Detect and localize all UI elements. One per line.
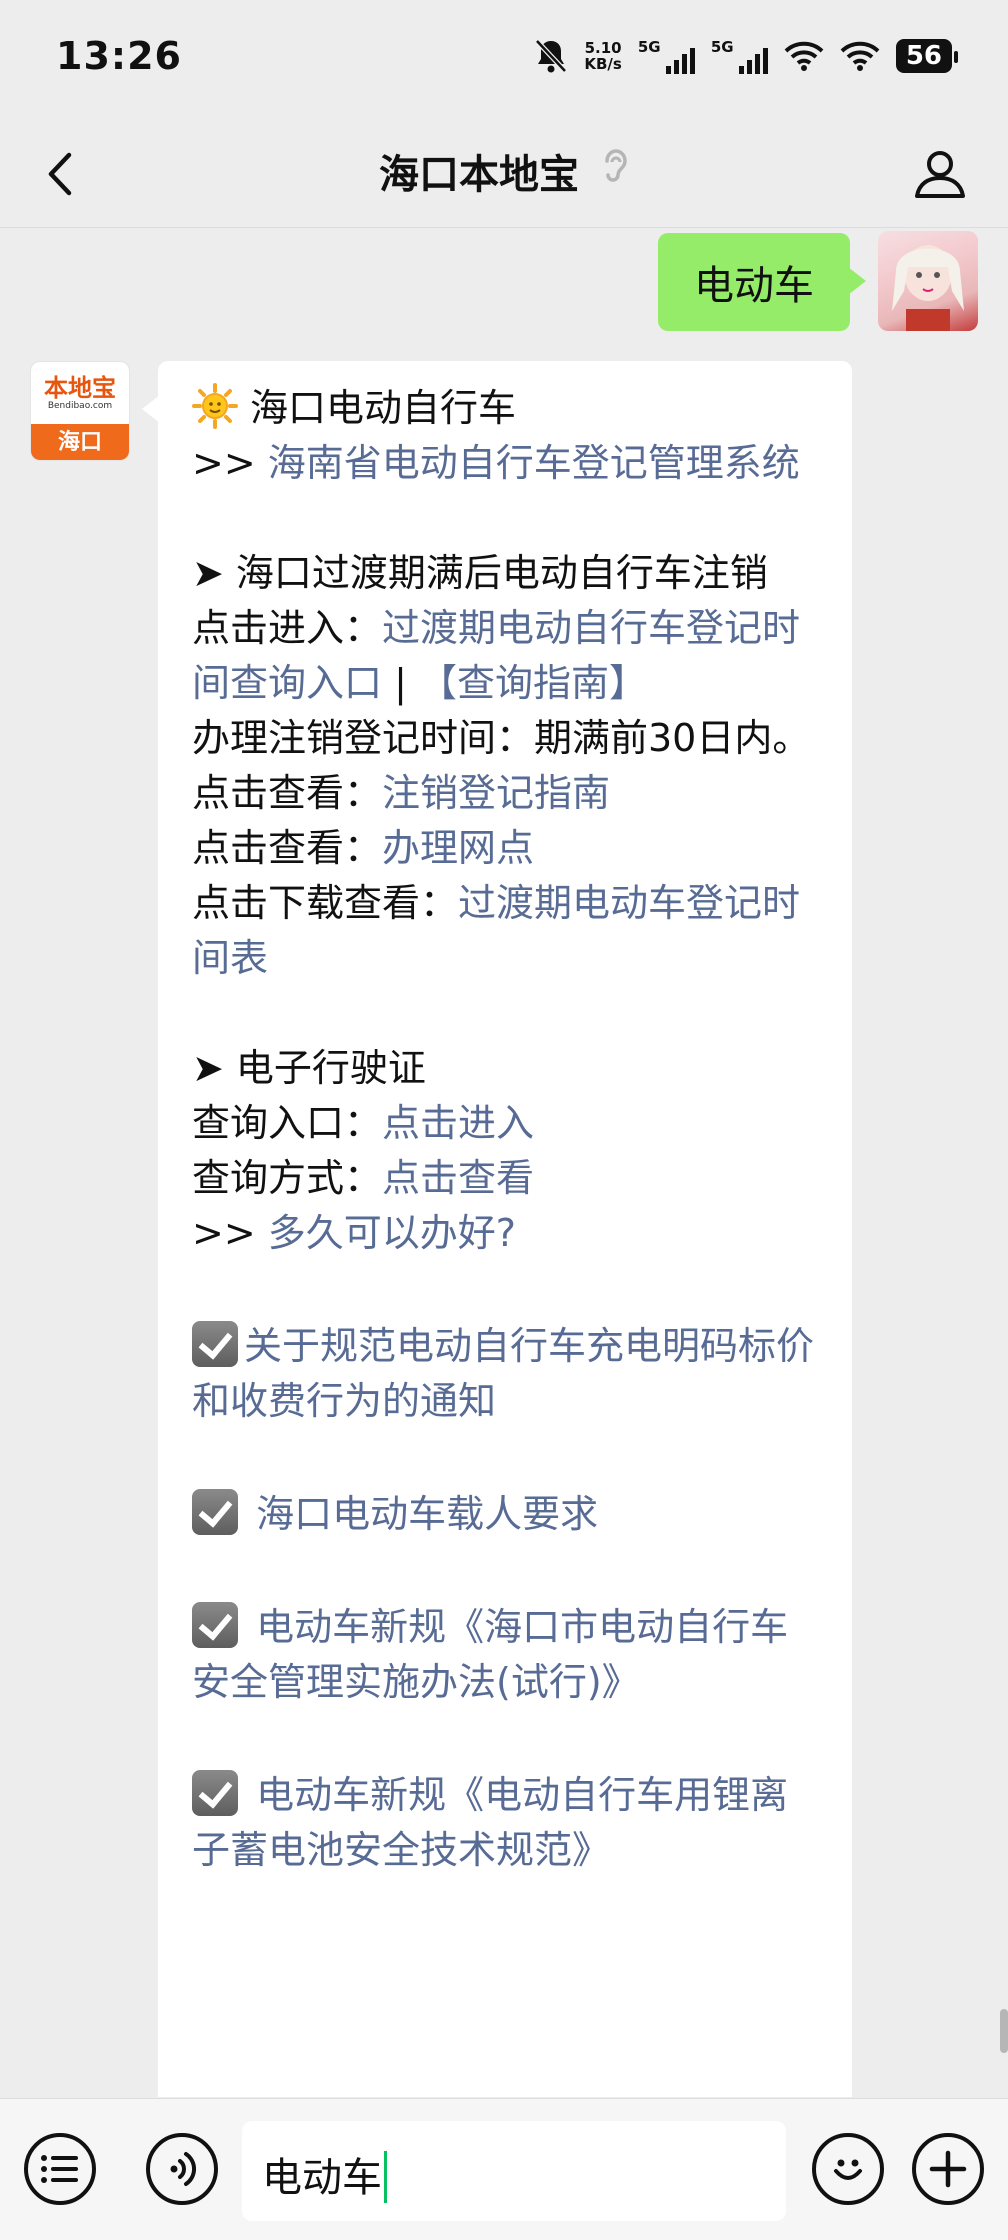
ear-icon (601, 147, 629, 195)
user-avatar[interactable] (878, 231, 978, 331)
outlets-link[interactable]: 办理网点 (382, 826, 534, 870)
bot-avatar-domain: Bendibao.com (47, 401, 113, 411)
checkbox-icon (192, 1602, 238, 1648)
emoji-button[interactable] (812, 2133, 884, 2205)
status-icons: 5.10 KB/s 5G 5G 56 (534, 38, 959, 74)
click-enter-label: 点击进入： (192, 606, 383, 650)
wifi-icon (784, 40, 824, 72)
passenger-rules-link[interactable]: 海口电动车载人要求 (256, 1492, 598, 1536)
query-entry-link[interactable]: 点击进入 (382, 1101, 534, 1145)
status-time: 13:26 (56, 34, 182, 78)
query-entry-label: 查询入口： (192, 1101, 383, 1145)
click-view-label: 点击查看： (192, 771, 383, 815)
list-item: 关于规范电动自行车充电明码标价和收费行为的通知 (192, 1319, 822, 1429)
chat-title-area: 海口本地宝 (0, 142, 1008, 200)
plus-icon (929, 2150, 967, 2188)
voice-wave-icon (170, 2152, 196, 2186)
list-item: 海口电动车载人要求 (192, 1487, 822, 1542)
deregister-guide-line: 点击查看：注销登记指南 (192, 766, 822, 821)
checkbox-icon (192, 1321, 238, 1367)
mute-bell-icon (534, 38, 568, 74)
arrow-prefix: >> (192, 1211, 256, 1255)
click-download-label: 点击下载查看： (192, 881, 459, 925)
query-method-link[interactable]: 点击查看 (382, 1156, 534, 1200)
user-message-bubble[interactable]: 电动车 (658, 233, 866, 331)
bot-avatar-brand: 本地宝 (44, 374, 116, 402)
registration-line: >> 海南省电动自行车登记管理系统 (192, 436, 822, 491)
bot-avatar-city: 海口 (31, 424, 129, 460)
transition-query-line: 点击进入：过渡期电动自行车登记时间查询入口 | 【查询指南】 (192, 601, 822, 711)
bot-message-bubble[interactable]: 海口电动自行车 >> 海南省电动自行车登记管理系统 ➤ 海口过渡期满后电动自行车… (142, 361, 852, 2097)
query-entry-line: 查询入口：点击进入 (192, 1096, 822, 1151)
list-icon (41, 2155, 78, 2183)
person-icon (915, 151, 965, 198)
list-item: 电动车新规《海口市电动自行车安全管理实施办法(试行)》 (192, 1600, 822, 1710)
wifi-2-icon (840, 40, 880, 72)
safety-measures-link[interactable]: 电动车新规《海口市电动自行车安全管理实施办法(试行)》 (192, 1605, 788, 1704)
message-input[interactable]: 电动车 (242, 2121, 786, 2221)
message-input-value: 电动车 (262, 2155, 382, 2201)
more-button[interactable] (912, 2133, 984, 2205)
bot-avatar[interactable]: 本地宝 Bendibao.com 海口 (30, 361, 130, 461)
arrow-prefix: >> (192, 441, 256, 485)
battery-standard-link[interactable]: 电动车新规《电动自行车用锂离子蓄电池安全技术规范》 (192, 1773, 788, 1872)
how-long-line: >> 多久可以办好? (192, 1206, 822, 1261)
signal-sim2-icon: 5G (711, 38, 768, 74)
profile-button[interactable] (908, 142, 972, 206)
how-long-link[interactable]: 多久可以办好? (268, 1211, 516, 1255)
net-speed: 5.10 KB/s (584, 39, 622, 73)
outlets-line: 点击查看：办理网点 (192, 821, 822, 876)
text-caret (384, 2151, 387, 2203)
checkbox-icon (192, 1770, 238, 1816)
status-bar: 13:26 5.10 KB/s 5G 5G 56 (0, 0, 1008, 120)
query-method-label: 查询方式： (192, 1156, 383, 1200)
user-message-text: 电动车 (694, 263, 814, 309)
smiley-icon (834, 2159, 862, 2180)
registration-system-link[interactable]: 海南省电动自行车登记管理系统 (268, 441, 800, 485)
query-guide-link[interactable]: 【查询指南】 (419, 661, 647, 705)
scrollbar[interactable] (1000, 2009, 1008, 2053)
click-view-label: 点击查看： (192, 826, 383, 870)
section2-title: ➤ 电子行驶证 (192, 1046, 426, 1090)
input-bar: 电动车 (0, 2098, 1008, 2240)
menu-button[interactable] (24, 2133, 96, 2205)
deregister-time: 办理注销登记时间：期满前30日内。 (192, 716, 811, 760)
list-item: 电动车新规《电动自行车用锂离子蓄电池安全技术规范》 (192, 1768, 822, 1878)
chat-title: 海口本地宝 (379, 152, 579, 198)
chat-area[interactable]: 电动车 本地宝 Bendibao.com 海口 海口电动自行车 >> 海南省电动… (0, 229, 1008, 2097)
deregister-guide-link[interactable]: 注销登记指南 (382, 771, 610, 815)
voice-button[interactable] (146, 2133, 218, 2205)
nav-bar: 海口本地宝 (0, 120, 1008, 228)
checkbox-icon (192, 1489, 238, 1535)
sun-icon (192, 383, 238, 429)
schedule-line: 点击下载查看：过渡期电动车登记时间表 (192, 876, 822, 986)
signal-sim1-icon: 5G (638, 38, 695, 74)
query-method-line: 查询方式：点击查看 (192, 1151, 822, 1206)
section1-title: ➤ 海口过渡期满后电动自行车注销 (192, 551, 768, 595)
charging-notice-link[interactable]: 关于规范电动自行车充电明码标价和收费行为的通知 (192, 1324, 814, 1423)
message-title-line: 海口电动自行车 (192, 381, 822, 436)
battery-indicator: 56 (895, 39, 959, 73)
separator: | (382, 661, 419, 705)
message-title: 海口电动自行车 (250, 386, 517, 430)
